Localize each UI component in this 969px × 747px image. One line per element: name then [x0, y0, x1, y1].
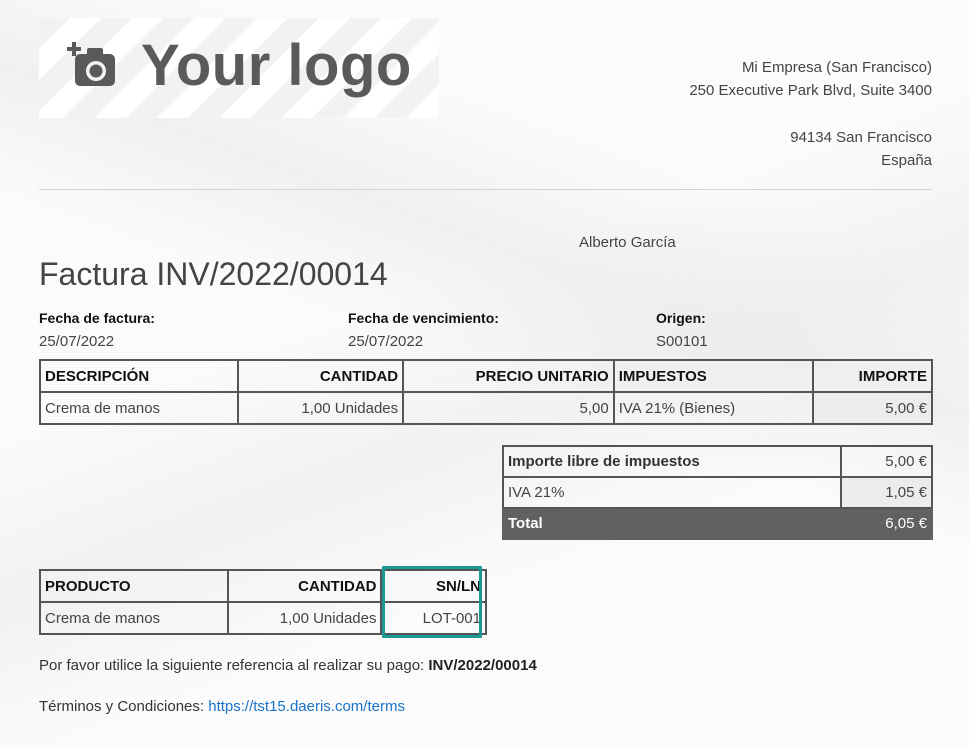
company-name: Mi Empresa (San Francisco) [741, 59, 932, 76]
company-city: 94134 San Francisco [790, 129, 932, 146]
origin-label: Origen: [656, 310, 706, 326]
line-description: Crema de manos [39, 391, 239, 425]
totals-table: Importe libre de impuestos 5,00 € IVA 21… [501, 445, 933, 540]
untaxed-label: Importe libre de impuestos [501, 445, 843, 478]
lot-quantity: 1,00 Unidades [227, 601, 383, 635]
logo-text: Your logo [141, 33, 412, 98]
company-street: 250 Executive Park Blvd, Suite 3400 [689, 82, 932, 99]
due-date-label: Fecha de vencimiento: [348, 310, 499, 326]
column-header-amount: IMPORTE [812, 359, 933, 393]
origin-value: S00101 [656, 333, 708, 350]
column-header-product: PRODUCTO [38, 569, 230, 603]
due-date-value: 25/07/2022 [348, 333, 424, 350]
column-header-quantity: CANTIDAD [236, 359, 405, 393]
invoice-date-label: Fecha de factura: [39, 310, 155, 326]
untaxed-row: Importe libre de impuestos 5,00 € [501, 445, 933, 478]
company-address: Mi Empresa (San Francisco) 250 Executive… [689, 56, 932, 172]
sn-ln-highlight-box [382, 566, 482, 638]
payment-reference: Por favor utilice la siguiente referenci… [39, 657, 537, 674]
terms-label: Términos y Condiciones: [39, 698, 209, 715]
column-header-unit-price: PRECIO UNITARIO [402, 359, 615, 393]
invoice-page: Your logo Mi Empresa (San Francisco) 250… [0, 0, 969, 747]
invoice-date-value: 25/07/2022 [39, 333, 115, 350]
due-date-block: Fecha de vencimiento: 25/07/2022 [348, 306, 499, 354]
tax-value: 1,05 € [840, 476, 933, 509]
total-label: Total [501, 507, 843, 540]
total-value: 6,05 € [840, 507, 933, 540]
customer-name: Alberto García [579, 234, 676, 251]
table-header-row: DESCRIPCIÓN CANTIDAD PRECIO UNITARIO IMP… [39, 359, 933, 393]
tax-row: IVA 21% 1,05 € [501, 476, 933, 509]
company-logo: Your logo [39, 18, 439, 118]
line-amount: 5,00 € [812, 391, 933, 425]
lot-product: Crema de manos [38, 601, 230, 635]
line-quantity: 1,00 Unidades [236, 391, 405, 425]
camera-add-icon [67, 42, 115, 86]
terms-link[interactable]: https://tst15.daeris.com/terms [208, 698, 405, 715]
invoice-title: Factura INV/2022/00014 [39, 256, 388, 292]
untaxed-value: 5,00 € [840, 445, 933, 478]
payment-reference-text: Por favor utilice la siguiente referenci… [39, 657, 429, 674]
column-header-description: DESCRIPCIÓN [39, 359, 239, 393]
invoice-date-block: Fecha de factura: 25/07/2022 [39, 306, 155, 354]
column-header-taxes: IMPUESTOS [612, 359, 815, 393]
total-row: Total 6,05 € [501, 507, 933, 540]
tax-label: IVA 21% [501, 476, 843, 509]
line-unit-price: 5,00 [402, 391, 615, 425]
origin-block: Origen: S00101 [656, 306, 708, 354]
invoice-lines-table: DESCRIPCIÓN CANTIDAD PRECIO UNITARIO IMP… [39, 359, 933, 425]
header-divider [39, 189, 932, 190]
payment-reference-code: INV/2022/00014 [428, 657, 537, 674]
line-taxes: IVA 21% (Bienes) [612, 391, 815, 425]
terms-and-conditions: Términos y Condiciones: https://tst15.da… [39, 698, 405, 715]
column-header-quantity: CANTIDAD [227, 569, 383, 603]
table-row: Crema de manos 1,00 Unidades 5,00 IVA 21… [39, 391, 933, 425]
company-country: España [881, 152, 932, 169]
